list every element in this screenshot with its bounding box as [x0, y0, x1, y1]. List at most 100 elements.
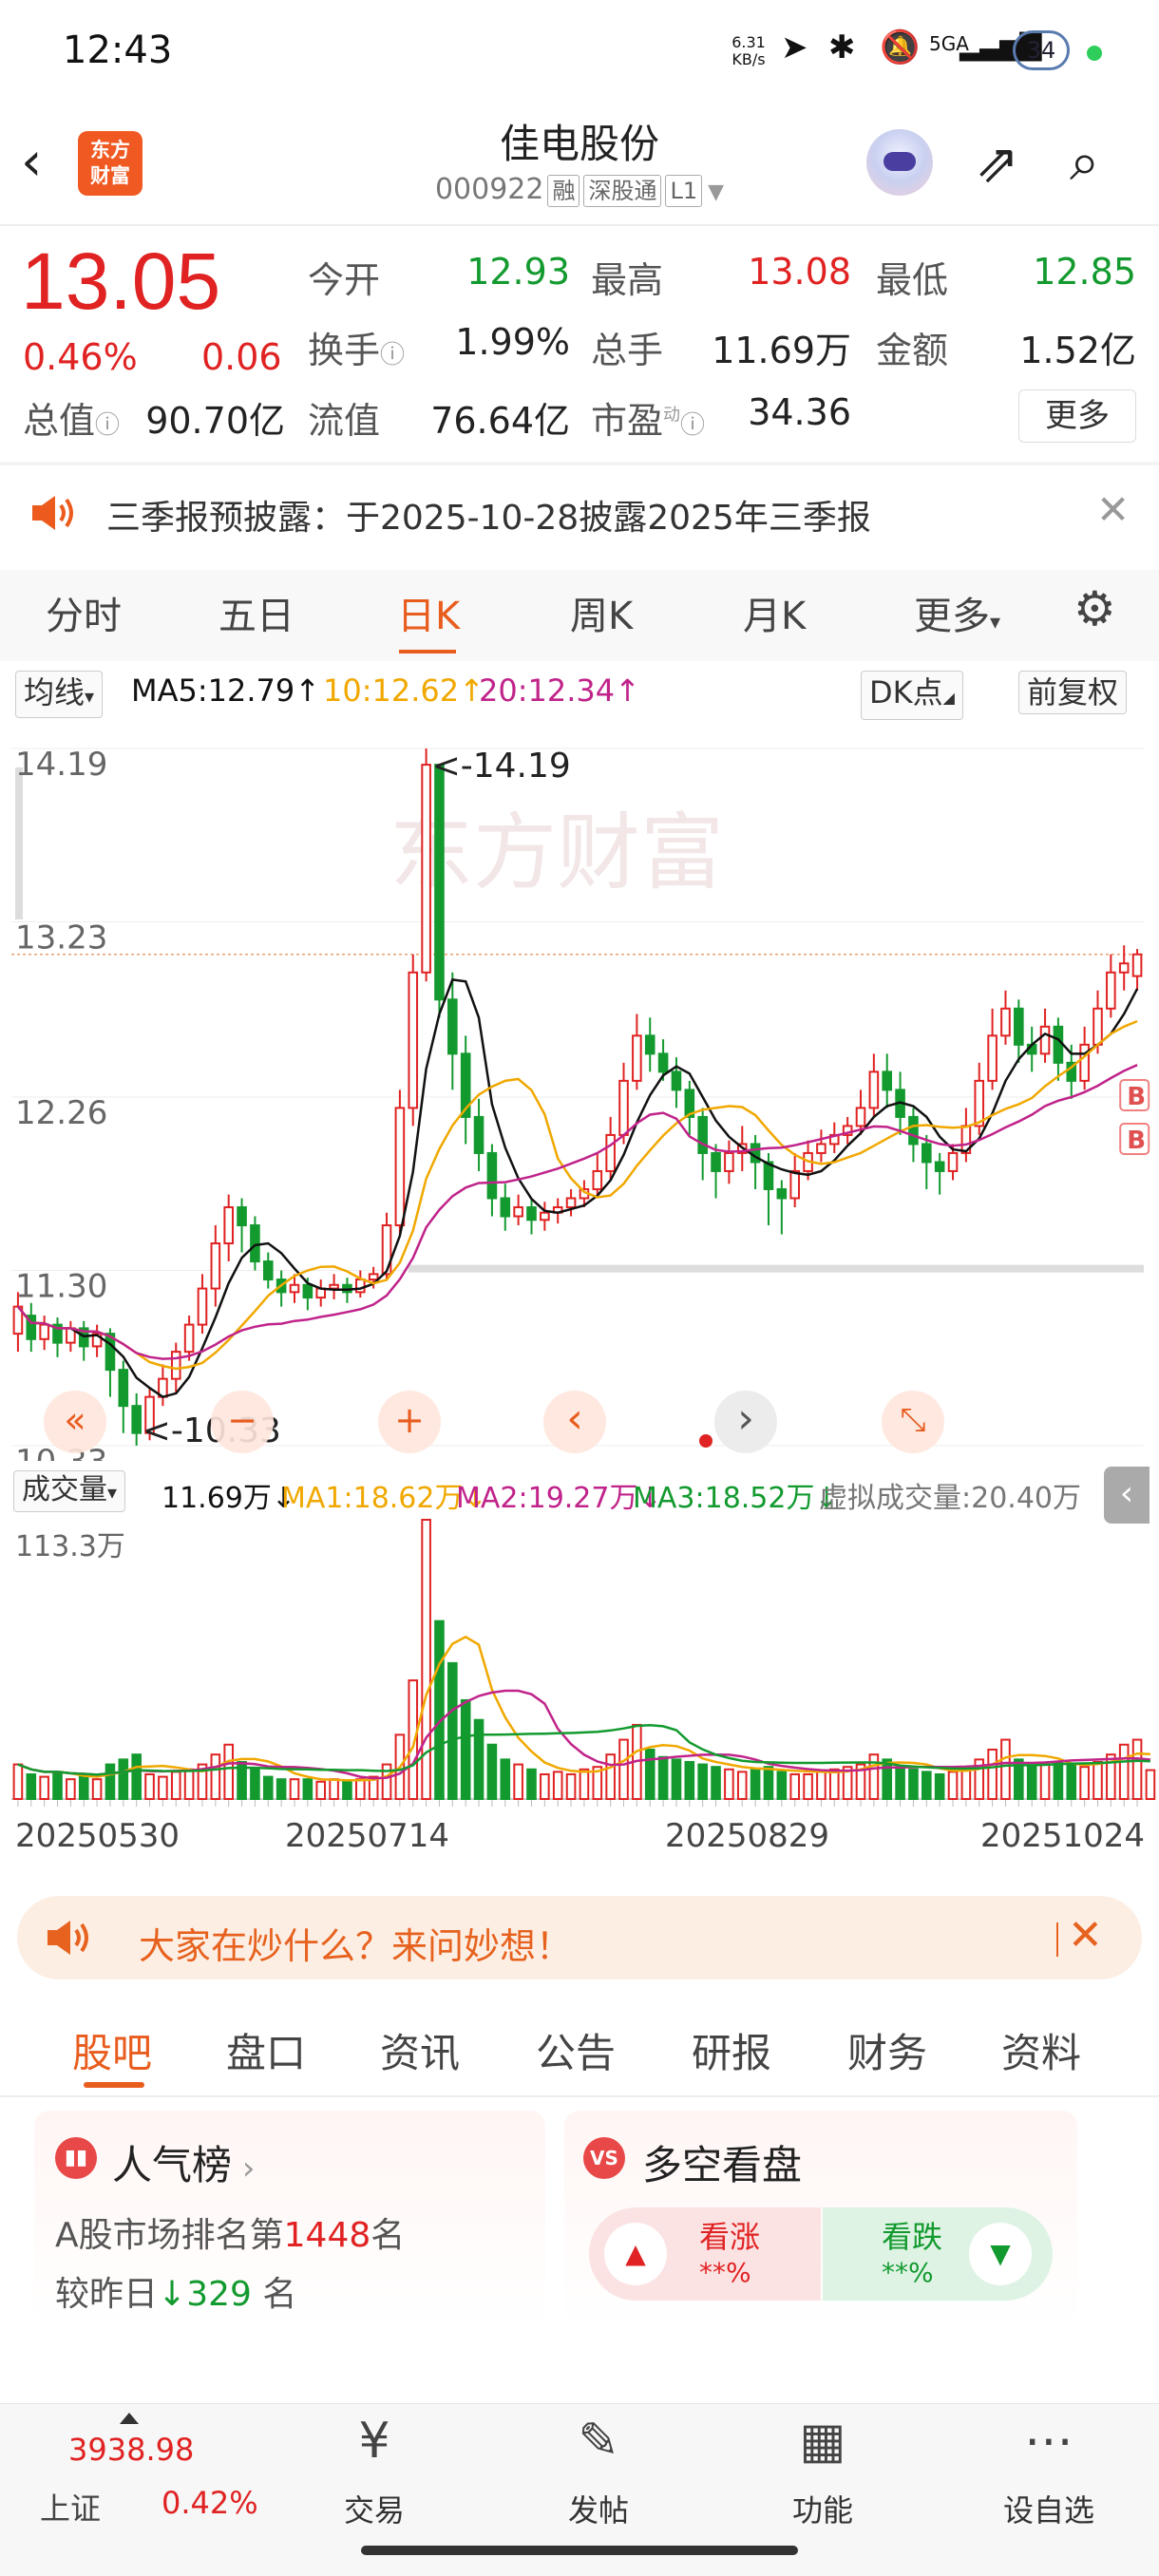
- close-icon[interactable]: ✕: [1068, 1911, 1103, 1960]
- tab-forum[interactable]: 股吧: [72, 2021, 152, 2079]
- share-icon[interactable]: ⇗: [975, 133, 1019, 195]
- caret-down-icon: ▾: [107, 1481, 117, 1504]
- volume-selector[interactable]: 成交量▾: [13, 1470, 125, 1512]
- candle-body: [370, 1274, 378, 1279]
- volume-bar: [738, 1771, 747, 1799]
- volume-bar: [606, 1754, 615, 1799]
- volume-bars: [14, 1520, 1155, 1799]
- candle-body: [304, 1285, 313, 1297]
- tab-profile[interactable]: 资料: [1001, 2021, 1081, 2079]
- home-indicator[interactable]: [361, 2546, 798, 2555]
- tab-news[interactable]: 资讯: [380, 2021, 460, 2079]
- tab-orderbook[interactable]: 盘口: [226, 2021, 306, 2079]
- add-watchlist-button[interactable]: 设自选: [992, 2487, 1106, 2530]
- volume-bar: [159, 1777, 167, 1799]
- rewind-button[interactable]: «: [44, 1391, 106, 1453]
- candle-body: [291, 1285, 299, 1293]
- zoom-out-button[interactable]: −: [211, 1391, 274, 1453]
- candle-body: [619, 1081, 628, 1135]
- close-icon[interactable]: ✕: [1096, 486, 1130, 533]
- volume-bar: [27, 1774, 35, 1799]
- candle-body: [475, 1117, 484, 1153]
- candle-body: [883, 1071, 891, 1089]
- speaker-icon: [44, 1917, 93, 1959]
- candle-body: [949, 1153, 958, 1171]
- adjust-button[interactable]: 前复权: [1018, 671, 1127, 714]
- kline-chart[interactable]: 东方财富 14.1913.2312.2611.3010.33 <-14.19<-…: [0, 720, 1159, 1461]
- dk-point-button[interactable]: DK点◢: [861, 671, 963, 720]
- candle-body: [698, 1117, 707, 1153]
- promo-separator: [1056, 1923, 1058, 1957]
- functions-icon[interactable]: ▦: [766, 2413, 880, 2470]
- notice-text: 三季报预披露：于2025-10-28披露2025年三季报: [106, 490, 871, 540]
- tab-research[interactable]: 研报: [692, 2021, 771, 2079]
- volume-bar: [277, 1779, 286, 1799]
- trade-icon[interactable]: ¥: [317, 2413, 431, 2470]
- low-value: 12.85: [984, 251, 1136, 293]
- pe-label[interactable]: 市盈动ⓘ: [591, 391, 705, 444]
- vol-ma2: MA2:19.27万↓: [456, 1474, 662, 1516]
- tab-five-day[interactable]: 五日: [218, 585, 294, 640]
- volume-bar: [501, 1759, 509, 1799]
- ma-selector[interactable]: 均线▾: [15, 671, 103, 718]
- tab-announcements[interactable]: 公告: [536, 2021, 616, 2079]
- change-prefix: 较昨日: [55, 2275, 158, 2314]
- chevron-down-icon: ▼: [708, 180, 724, 204]
- amount-label: 金额: [876, 321, 948, 373]
- post-icon[interactable]: ✎: [542, 2413, 656, 2470]
- change-amount: 0.06: [201, 336, 282, 378]
- ma5-value: MA5:12.79: [131, 672, 294, 709]
- gear-icon[interactable]: ⚙: [1074, 581, 1116, 636]
- ma-selector-label: 均线: [24, 674, 85, 710]
- y-tick-label: 14.19: [15, 746, 107, 784]
- tab-daily-k[interactable]: 日K: [397, 585, 460, 640]
- tab-monthly-k[interactable]: 月K: [743, 585, 806, 640]
- candle-body: [172, 1352, 180, 1379]
- functions-button[interactable]: 功能: [766, 2487, 880, 2530]
- post-button[interactable]: 发帖: [542, 2487, 656, 2530]
- chevron-right-icon: ›: [232, 2150, 255, 2188]
- index-value[interactable]: 3938.98: [68, 2432, 194, 2468]
- volume-bar: [646, 1750, 655, 1799]
- index-name[interactable]: 上证: [40, 2485, 101, 2529]
- arrow-up-icon: ↑: [294, 672, 320, 709]
- candle-body: [606, 1135, 615, 1171]
- tab-more[interactable]: 更多▾: [914, 585, 1000, 640]
- more-button[interactable]: 更多: [1018, 389, 1136, 443]
- candle-body: [778, 1189, 787, 1199]
- dk-label: DK点: [869, 674, 943, 710]
- high-label: 最高: [591, 251, 663, 303]
- search-icon[interactable]: ⌕: [1070, 131, 1099, 194]
- tab-finance[interactable]: 财务: [847, 2021, 927, 2079]
- volume-bar: [304, 1779, 313, 1799]
- tab-intraday[interactable]: 分时: [46, 585, 122, 640]
- arrow-down-icon: ↓: [158, 2275, 186, 2314]
- volume-value: 11.69万: [699, 321, 851, 373]
- volume-bar: [132, 1754, 141, 1799]
- ma10-value: 10:12.62: [323, 672, 459, 709]
- index-change[interactable]: 0.42%: [162, 2485, 258, 2521]
- candle-body: [396, 1108, 405, 1225]
- mktcap-value: 90.70亿: [133, 391, 285, 444]
- candle-body: [514, 1207, 522, 1217]
- mktcap-label[interactable]: 总值ⓘ: [23, 391, 120, 444]
- tab-weekly-k[interactable]: 周K: [570, 585, 633, 640]
- next-button[interactable]: ›: [714, 1391, 777, 1453]
- info-icon[interactable]: ⓘ: [95, 411, 120, 440]
- bearish-label: 看跌: [882, 2213, 942, 2257]
- zoom-in-button[interactable]: +: [378, 1391, 441, 1453]
- scroll-indicator[interactable]: [15, 767, 23, 919]
- trade-button[interactable]: 交易: [317, 2487, 431, 2530]
- bullish-value: **%: [699, 2257, 751, 2288]
- turnover-label[interactable]: 换手ⓘ: [308, 321, 405, 373]
- prev-button[interactable]: ‹: [543, 1391, 606, 1453]
- more-dots-icon[interactable]: ⋯: [992, 2413, 1106, 2470]
- x-tick-label: 20250829: [665, 1817, 829, 1855]
- volume-current-value: 11.69万: [162, 1482, 272, 1515]
- info-icon[interactable]: ⓘ: [380, 341, 405, 369]
- volume-chart[interactable]: 113.3万20250530202507142025082920251024: [0, 1514, 1159, 1875]
- expand-icon[interactable]: ⤡: [882, 1391, 944, 1453]
- volume-bar: [488, 1745, 497, 1799]
- ma-line-20: [18, 1065, 1137, 1358]
- vol-ma1-value: MA1:18.62万: [281, 1482, 463, 1515]
